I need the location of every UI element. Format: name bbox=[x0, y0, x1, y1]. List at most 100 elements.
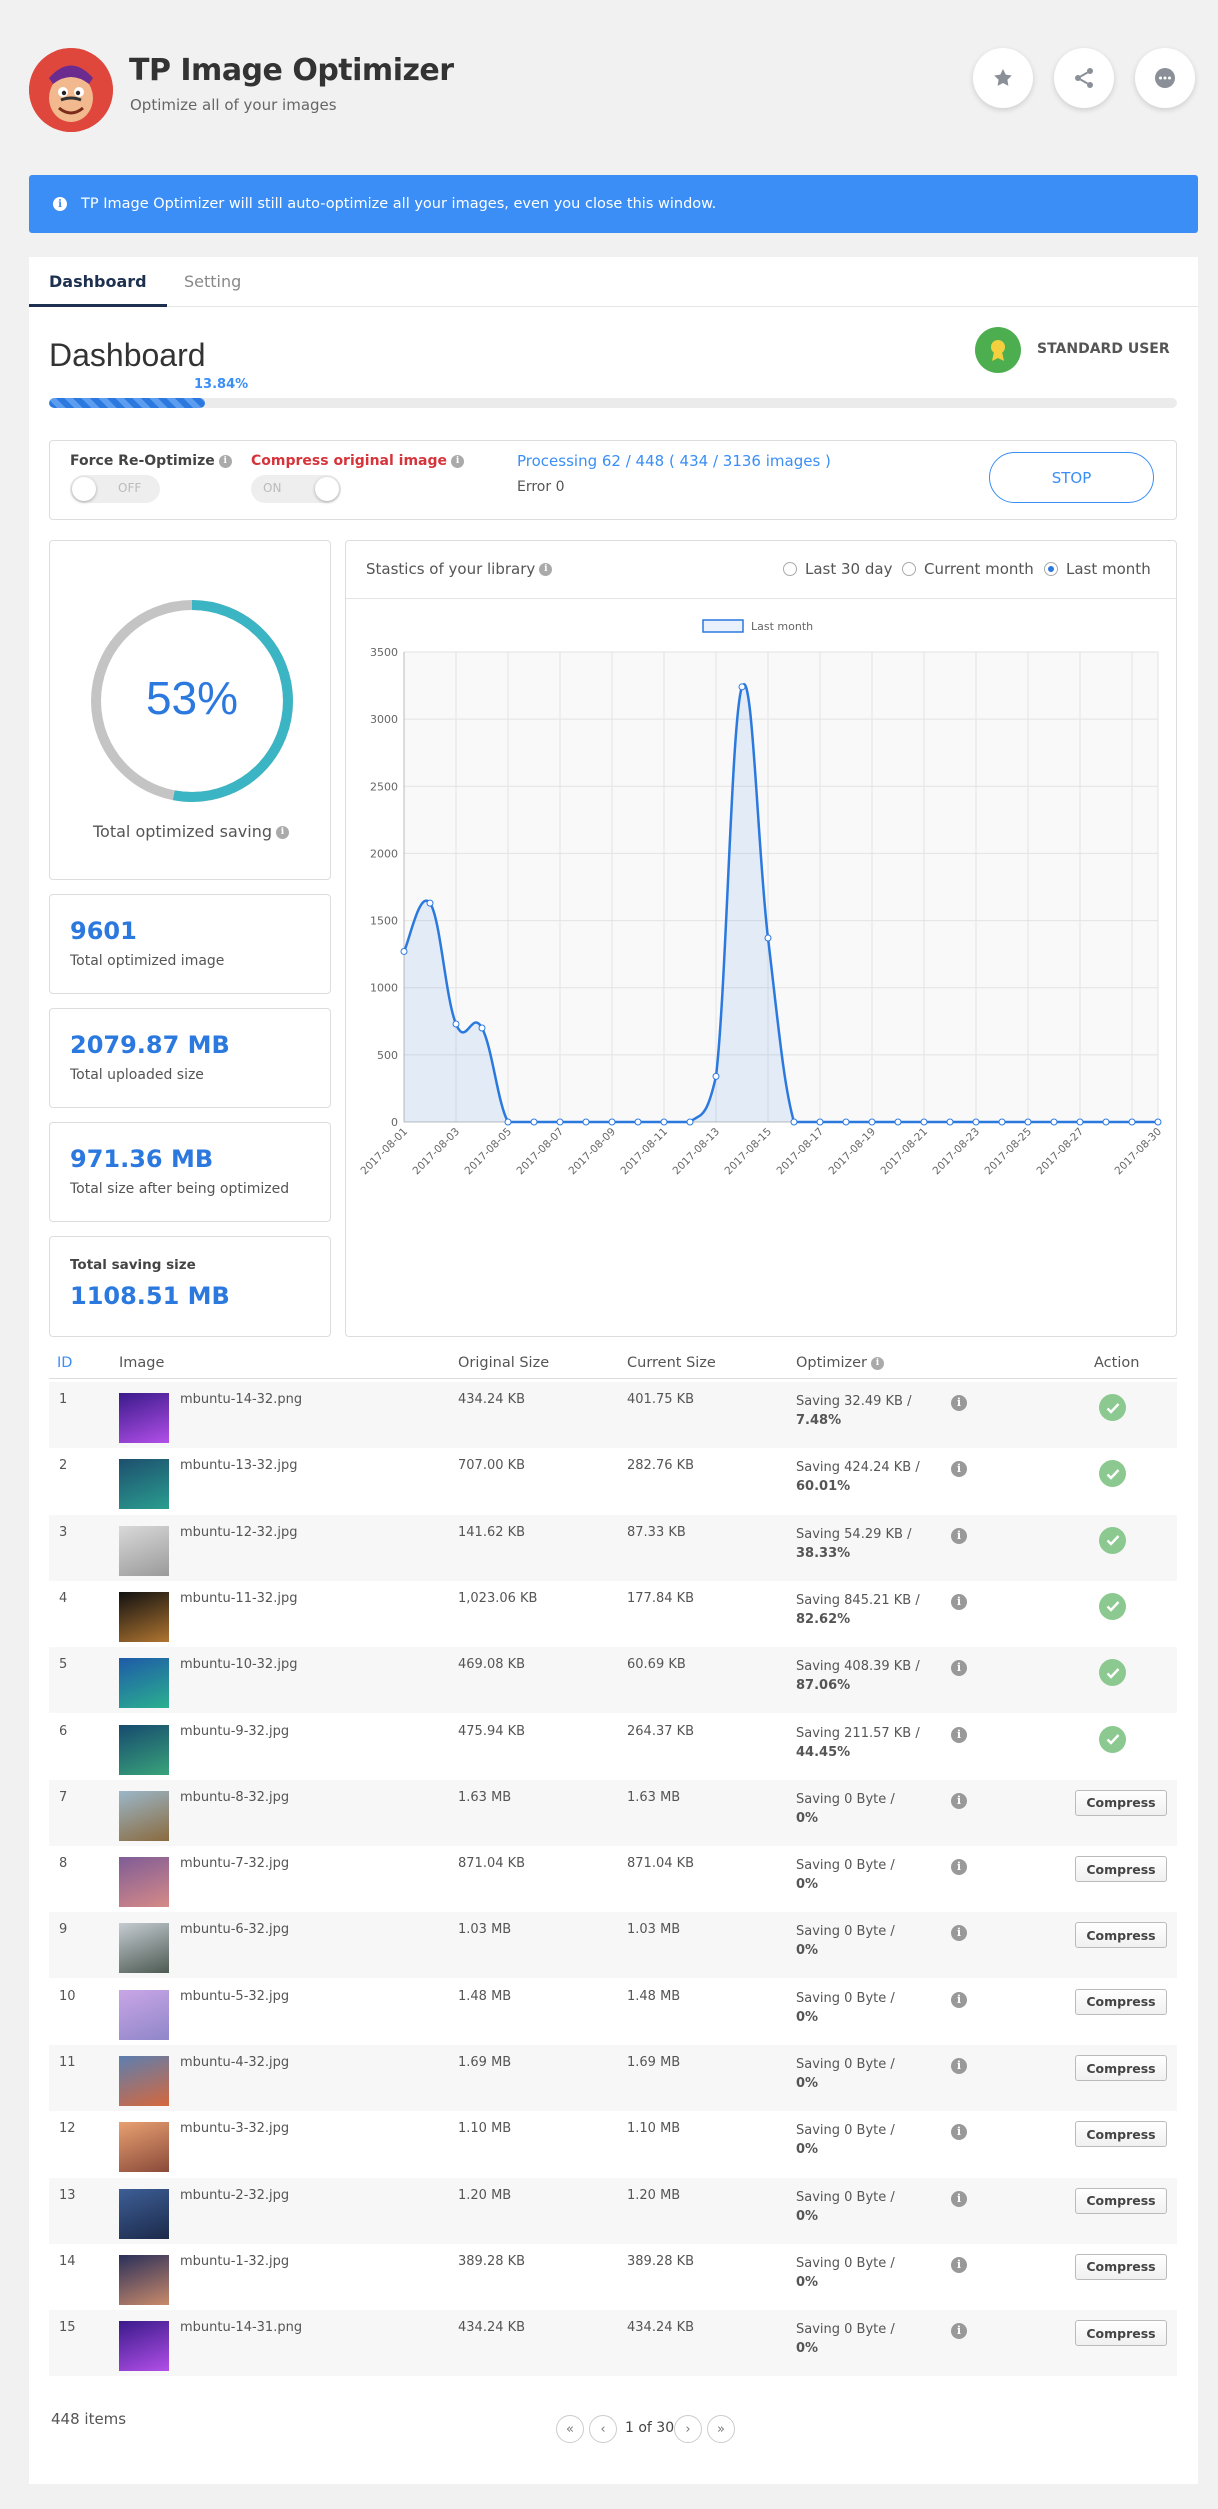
after-size: 971.36 MB bbox=[70, 1145, 214, 1173]
saving-percent: 7.48% bbox=[796, 1413, 842, 1428]
info-icon[interactable]: i bbox=[951, 1593, 967, 1610]
optimizer-result: Saving 211.57 KB / 44.45% bbox=[796, 1724, 920, 1762]
saving-amount: Saving 0 Byte / bbox=[796, 1858, 895, 1874]
x-tick-label: 2017-08-01 bbox=[358, 1126, 410, 1178]
info-icon[interactable]: i bbox=[951, 1792, 967, 1809]
table-header: ID Image Original Size Current Size Opti… bbox=[49, 1347, 1177, 1379]
saving-percent: 82.62% bbox=[796, 1611, 851, 1627]
radio-last-month[interactable]: Last month bbox=[1044, 560, 1151, 578]
info-icon[interactable]: i bbox=[951, 2190, 967, 2207]
x-tick-label: 2017-08-27 bbox=[1034, 1126, 1086, 1178]
info-icon[interactable]: i bbox=[951, 1726, 967, 1743]
tab-setting[interactable]: Setting bbox=[184, 257, 241, 307]
compress-button[interactable]: Compress bbox=[1075, 2055, 1167, 2081]
image-thumbnail[interactable] bbox=[119, 2056, 169, 2106]
image-thumbnail[interactable] bbox=[119, 1857, 169, 1908]
first-page-button[interactable]: « bbox=[556, 2415, 584, 2443]
data-point bbox=[556, 1118, 564, 1126]
info-icon[interactable]: i bbox=[951, 1527, 967, 1544]
image-thumbnail[interactable] bbox=[119, 1393, 169, 1443]
force-reoptimize-label: Force Re-Optimize i bbox=[70, 453, 232, 469]
compress-original-toggle[interactable]: ON bbox=[251, 475, 341, 503]
image-thumbnail[interactable] bbox=[119, 1658, 169, 1709]
image-thumbnail[interactable] bbox=[119, 1459, 169, 1510]
table-row: 11 mbuntu-4-32.jpg 1.69 MB 1.69 MB Saving 0 … bbox=[49, 2045, 1177, 2111]
compress-button[interactable]: Compress bbox=[1075, 2320, 1167, 2347]
chat-button[interactable] bbox=[1135, 48, 1195, 108]
info-notice: i TP Image Optimizer will still auto-opt… bbox=[29, 175, 1198, 233]
saving-amount: Saving 0 Byte / bbox=[796, 1791, 895, 1807]
info-icon[interactable]: i bbox=[275, 826, 289, 839]
image-thumbnail[interactable] bbox=[119, 2254, 169, 2305]
processing-status: Processing 62 / 448 ( 434 / 3136 images … bbox=[517, 452, 831, 470]
radio-last-30-day[interactable]: Last 30 day bbox=[783, 560, 892, 578]
progress-percent: 13.84% bbox=[194, 377, 249, 392]
progress-fill bbox=[49, 398, 206, 408]
image-thumbnail[interactable] bbox=[119, 1525, 169, 1576]
image-thumbnail[interactable] bbox=[119, 1923, 169, 1974]
info-icon[interactable]: i bbox=[539, 563, 553, 576]
compress-button[interactable]: Compress bbox=[1075, 1856, 1167, 1883]
compress-button[interactable]: Compress bbox=[1075, 1922, 1167, 1949]
image-thumbnail[interactable] bbox=[119, 1790, 169, 1841]
main-panel: Dashboard Setting Dashboard STANDARD USE… bbox=[29, 257, 1198, 2484]
y-tick-label: 500 bbox=[377, 1049, 398, 1062]
row-id: 10 bbox=[59, 1988, 76, 2004]
saving-percent: 0% bbox=[796, 2341, 819, 2357]
image-thumbnail[interactable] bbox=[119, 2122, 169, 2173]
image-thumbnail[interactable] bbox=[119, 1591, 169, 1642]
original-size: 469.08 KB bbox=[458, 1657, 526, 1673]
data-point bbox=[660, 1118, 668, 1126]
optimized-check-icon bbox=[1099, 1659, 1126, 1687]
compress-button[interactable]: Compress bbox=[1075, 2121, 1167, 2148]
col-id[interactable]: ID bbox=[57, 1355, 72, 1371]
image-thumbnail[interactable] bbox=[119, 2188, 169, 2239]
original-size: 389.28 KB bbox=[458, 2253, 526, 2269]
info-icon[interactable]: i bbox=[951, 1660, 967, 1677]
stop-button[interactable]: STOP bbox=[989, 452, 1154, 503]
info-icon[interactable]: i bbox=[951, 2323, 967, 2340]
original-size: 434.24 KB bbox=[458, 2320, 526, 2336]
prev-page-button[interactable]: ‹ bbox=[589, 2415, 617, 2443]
saving-amount: Saving 0 Byte / bbox=[796, 2189, 895, 2205]
tab-dashboard[interactable]: Dashboard bbox=[29, 257, 167, 307]
info-icon[interactable]: i bbox=[951, 1461, 967, 1478]
table-row: 14 mbuntu-1-32.jpg 389.28 KB 389.28 KB Savin… bbox=[49, 2244, 1177, 2310]
radio-circle bbox=[902, 562, 916, 576]
next-page-button[interactable]: › bbox=[674, 2415, 702, 2443]
force-reoptimize-toggle[interactable]: OFF bbox=[70, 475, 160, 503]
compress-button[interactable]: Compress bbox=[1075, 2187, 1167, 2214]
row-id: 12 bbox=[59, 2121, 76, 2137]
share-button[interactable] bbox=[1054, 48, 1114, 108]
last-page-button[interactable]: » bbox=[707, 2415, 735, 2443]
radio-current-month[interactable]: Current month bbox=[902, 560, 1034, 578]
compress-button[interactable]: Compress bbox=[1075, 1789, 1167, 1816]
compress-button[interactable]: Compress bbox=[1075, 2253, 1167, 2280]
info-icon[interactable]: i bbox=[951, 2058, 967, 2074]
info-icon[interactable]: i bbox=[218, 454, 232, 468]
info-icon[interactable]: i bbox=[870, 1356, 884, 1370]
saving-percent: 38.33% bbox=[796, 1545, 851, 1561]
optimizer-result: Saving 0 Byte / 0% bbox=[796, 1922, 895, 1960]
info-icon[interactable]: i bbox=[951, 2124, 967, 2141]
image-thumbnail[interactable] bbox=[119, 2321, 169, 2372]
info-icon[interactable]: i bbox=[951, 1991, 967, 2008]
x-tick-label: 2017-08-23 bbox=[930, 1126, 982, 1178]
saving-size-card: Total saving size 1108.51 MB bbox=[49, 1236, 331, 1337]
star-button[interactable] bbox=[973, 48, 1033, 108]
image-thumbnail[interactable] bbox=[119, 1989, 169, 2040]
line-chart: 05001000150020002500300035002017-08-01 20… bbox=[358, 619, 1164, 1178]
info-icon[interactable]: i bbox=[951, 2256, 967, 2273]
info-icon[interactable]: i bbox=[951, 1859, 967, 1876]
optimizer-result: Saving 0 Byte / 0% bbox=[796, 1989, 895, 2027]
uploaded-size-card: 2079.87 MB Total uploaded size bbox=[49, 1008, 331, 1108]
table-row: 1 mbuntu-14-32.png 434.24 KB 401.75 KB Savin… bbox=[49, 1382, 1177, 1448]
current-size: 282.76 KB bbox=[627, 1458, 695, 1474]
info-icon[interactable]: i bbox=[951, 1395, 967, 1411]
compress-button[interactable]: Compress bbox=[1075, 1988, 1167, 2015]
info-icon[interactable]: i bbox=[951, 1925, 967, 1942]
y-tick-label: 3000 bbox=[370, 713, 398, 726]
image-thumbnail[interactable] bbox=[119, 1724, 169, 1775]
row-id: 4 bbox=[59, 1590, 68, 1606]
info-icon[interactable]: i bbox=[451, 454, 465, 468]
